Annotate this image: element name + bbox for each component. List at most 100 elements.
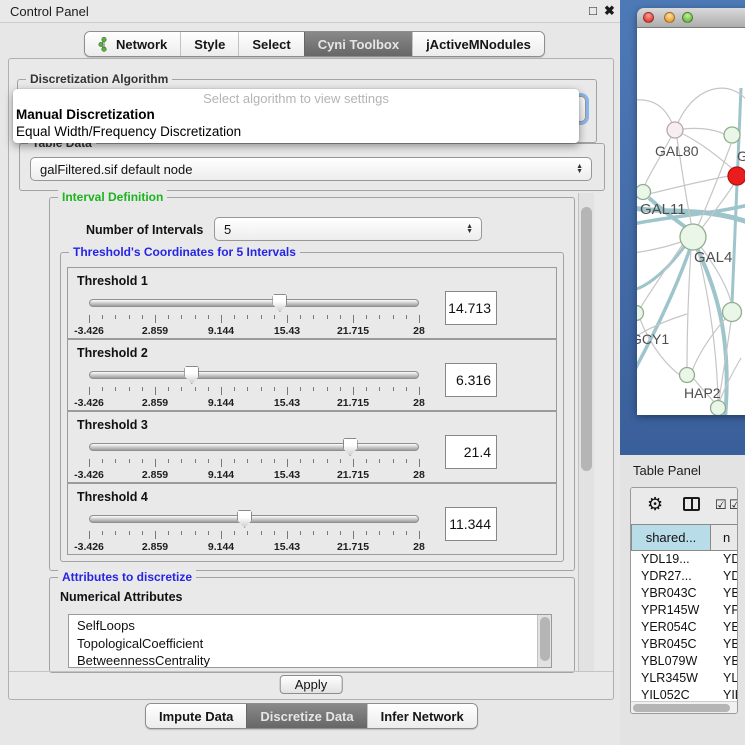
checkbox-checked-icon[interactable]: ☑ (729, 497, 738, 513)
list-item[interactable]: BetweennessCentrality (69, 652, 551, 668)
threshold-4-value-field[interactable]: 11.344 (445, 507, 497, 541)
threshold-1-slider-track[interactable] (89, 299, 419, 307)
network-node[interactable] (723, 303, 742, 322)
tab-impute-data[interactable]: Impute Data (146, 704, 246, 728)
scale-labels: -3.4262.8599.14415.4321.71528 (89, 397, 419, 409)
network-node-gal4[interactable] (680, 224, 706, 250)
tab-infer-network[interactable]: Infer Network (367, 704, 477, 728)
tab-style[interactable]: Style (180, 32, 238, 56)
minimize-traffic-light-icon[interactable] (664, 12, 675, 23)
cell: YLR3 (711, 671, 738, 685)
cell: YDR27... (631, 569, 711, 583)
tab-jactivemnodules[interactable]: jActiveMNodules (412, 32, 544, 56)
cell: YDR2 (711, 569, 738, 583)
network-node-gal80[interactable] (667, 122, 683, 138)
tab-network[interactable]: Network (85, 32, 180, 56)
network-node[interactable] (724, 127, 740, 143)
network-canvas[interactable]: GAL80 GA C GAL11 GAL4 GCY1 H HAP2 (637, 28, 745, 415)
network-node-hap2[interactable] (680, 368, 695, 383)
tab-label: Network (116, 37, 167, 52)
table-horizontal-scrollbar[interactable] (631, 701, 737, 713)
apply-row: Apply (9, 671, 613, 699)
numerical-attributes-label: Numerical Attributes (60, 590, 182, 604)
numerical-attributes-list: SelfLoops TopologicalCoefficient Between… (68, 614, 552, 668)
cell: YER0 (711, 620, 738, 634)
cell: YBL079W (631, 654, 711, 668)
group-label: Discretization Algorithm (26, 72, 172, 86)
table-data-combobox[interactable]: galFiltered.sif default node ▲▼ (30, 157, 592, 181)
table-toolbar: ⚙ ☑ ☑ (631, 488, 737, 524)
panel-scrollbar[interactable] (578, 193, 594, 671)
threshold-3-slider-thumb[interactable] (343, 438, 358, 456)
list-scrollbar[interactable] (537, 615, 551, 667)
close-traffic-light-icon[interactable] (643, 12, 654, 23)
network-node[interactable] (711, 401, 726, 416)
table-data-group: Table Data galFiltered.sif default node … (19, 143, 605, 191)
network-window-titlebar[interactable] (637, 8, 745, 28)
node-label: GCY1 (637, 331, 669, 347)
thresholds-group: Threshold's Coordinates for 5 Intervals … (60, 252, 564, 562)
threshold-2-value-field[interactable]: 6.316 (445, 363, 497, 397)
threshold-4-panel: Threshold 4 -3.4262.8599.14415.4321.7152… (67, 483, 557, 555)
tab-select[interactable]: Select (238, 32, 303, 56)
network-view-window: GAL80 GA C GAL11 GAL4 GCY1 H HAP2 (637, 8, 745, 415)
threshold-1-value-field[interactable]: 14.713 (445, 291, 497, 325)
cell: YBR043C (631, 586, 711, 600)
gear-icon[interactable]: ⚙ (647, 495, 663, 513)
table-row[interactable]: YBL079WYBL0 (631, 652, 738, 669)
tab-cyni-toolbox[interactable]: Cyni Toolbox (304, 32, 412, 56)
network-node-selected-red[interactable] (728, 167, 745, 185)
network-node-gal11[interactable] (637, 185, 651, 200)
close-window-icon[interactable]: ✖ (604, 3, 615, 19)
table-row[interactable]: YDL19...YDL1 (631, 551, 738, 568)
tab-label: Cyni Toolbox (318, 37, 399, 52)
apply-button[interactable]: Apply (280, 675, 343, 694)
table-panel-area: Table Panel ⚙ ☑ ☑ shared... n YDL19...YD… (620, 455, 745, 745)
node-label: GAL80 (655, 143, 699, 159)
table-row[interactable]: YBR043CYBR0 (631, 585, 738, 602)
table-row[interactable]: YDR27...YDR2 (631, 568, 738, 585)
column-header-name[interactable]: n (711, 524, 738, 551)
table-row[interactable]: YPR145WYPR1 (631, 602, 738, 619)
cell: YDL1 (711, 552, 738, 566)
group-label: Threshold's Coordinates for 5 Intervals (69, 245, 300, 259)
table-row[interactable]: YBR045CYBR0 (631, 635, 738, 652)
threshold-1-slider-thumb[interactable] (272, 294, 287, 312)
threshold-2-slider-thumb[interactable] (184, 366, 199, 384)
scale-labels: -3.4262.8599.14415.4321.71528 (89, 325, 419, 337)
split-columns-icon[interactable] (683, 497, 700, 511)
table-row[interactable]: YLR345WYLR3 (631, 669, 738, 686)
threshold-3-panel: Threshold 3 -3.4262.8599.14415.4321.7152… (67, 411, 557, 483)
cell: YPR1 (711, 603, 738, 617)
top-tab-bar: Network Style Select Cyni Toolbox jActiv… (84, 31, 545, 57)
list-item[interactable]: SelfLoops (69, 615, 551, 635)
column-header-shared-name[interactable]: shared... (631, 524, 711, 551)
tab-label: Style (194, 37, 225, 52)
group-label: Attributes to discretize (58, 570, 196, 584)
zoom-traffic-light-icon[interactable] (682, 12, 693, 23)
threshold-3-slider-track[interactable] (89, 443, 419, 451)
scale-labels: -3.4262.8599.14415.4321.71528 (89, 541, 419, 553)
tick-marks (89, 531, 419, 539)
algorithm-dropdown-popup: Select algorithm to view settings Manual… (13, 89, 579, 143)
network-node-gcy1[interactable] (637, 306, 644, 321)
threshold-4-slider-track[interactable] (89, 515, 419, 523)
table-row[interactable]: YIL052CYIL0 (631, 686, 738, 702)
dropdown-option-manual-discretization[interactable]: Manual Discretization (16, 107, 155, 122)
tab-discretize-data[interactable]: Discretize Data (246, 704, 366, 728)
number-of-intervals-combobox[interactable]: 5 ▲▼ (214, 217, 482, 241)
float-window-icon[interactable]: □ (589, 3, 597, 18)
dropdown-option-equal-width-frequency[interactable]: Equal Width/Frequency Discretization (16, 124, 241, 139)
threshold-4-slider-thumb[interactable] (237, 510, 252, 528)
checkbox-checked-icon[interactable]: ☑ (715, 497, 727, 513)
table-row[interactable]: YER054CYER0 (631, 619, 738, 636)
cell: YPR145W (631, 603, 711, 617)
tab-label: jActiveMNodules (426, 37, 531, 52)
number-of-intervals-label: Number of Intervals (86, 223, 203, 237)
threshold-3-value-field[interactable]: 21.4 (445, 435, 497, 469)
intervals-value: 5 (224, 222, 231, 237)
table-body: YDL19...YDL1 YDR27...YDR2 YBR043CYBR0 YP… (631, 551, 738, 702)
list-item[interactable]: TopologicalCoefficient (69, 635, 551, 653)
spinner-arrows-icon: ▲▼ (466, 224, 473, 234)
threshold-2-slider-track[interactable] (89, 371, 419, 379)
